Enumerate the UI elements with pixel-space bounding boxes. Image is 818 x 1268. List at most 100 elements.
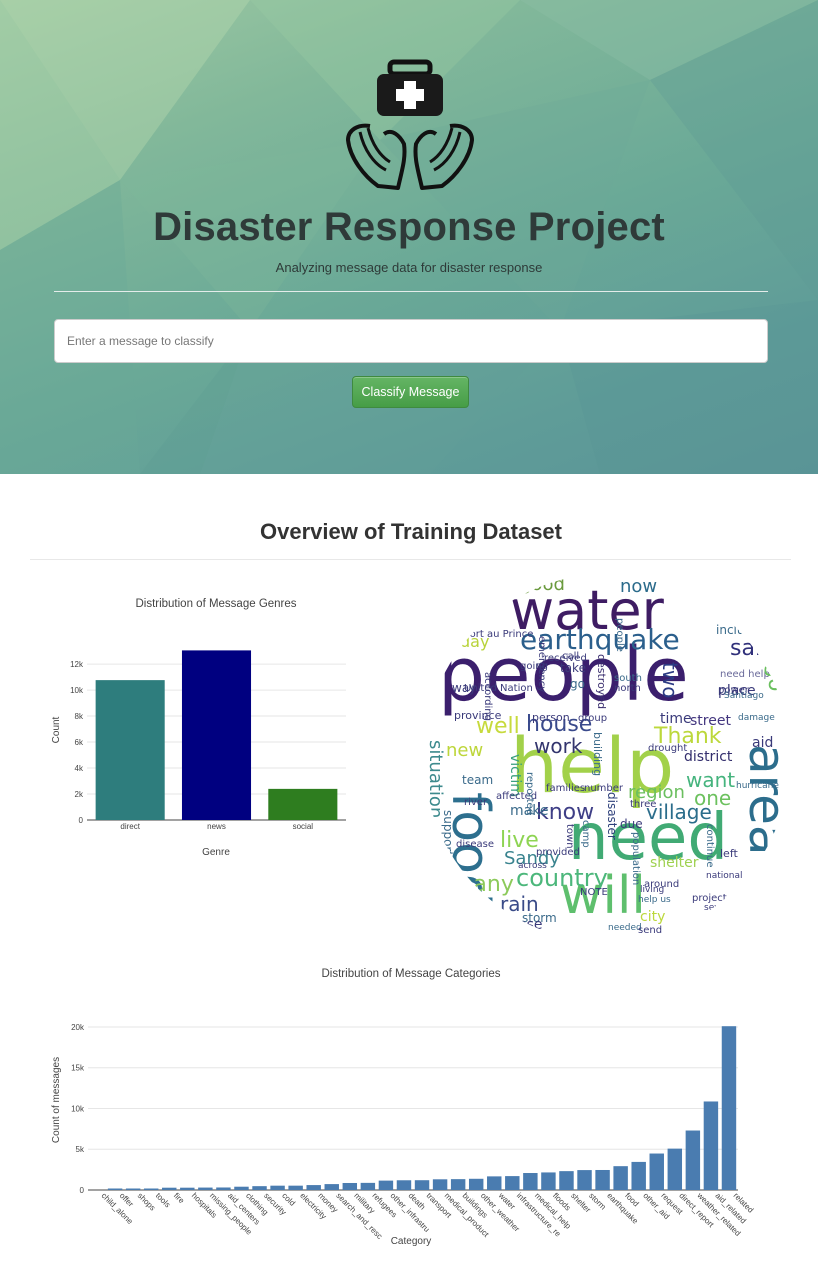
bar-medical_products[interactable] (432, 1179, 448, 1190)
bar-cold[interactable] (270, 1185, 285, 1190)
bar-aid_centers[interactable] (216, 1187, 231, 1190)
word-cloud-word: province (454, 709, 502, 722)
word-cloud-word: good (520, 574, 565, 595)
word-cloud-word: said (730, 636, 776, 661)
bar-medical_help[interactable] (523, 1173, 538, 1190)
y-tick-label: 5k (76, 1145, 85, 1154)
word-cloud-word: go (763, 664, 788, 692)
word-cloud-word: aid (752, 735, 774, 751)
word-cloud-word: Santiago (724, 691, 764, 701)
word-cloud-word: call (562, 651, 580, 662)
bar-security[interactable] (252, 1186, 267, 1190)
bar-refugees[interactable] (360, 1182, 376, 1190)
word-cloud-word: several (704, 903, 737, 913)
bar-military[interactable] (342, 1182, 358, 1190)
bar-money[interactable] (306, 1185, 321, 1190)
category-bar-chart[interactable]: Distribution of Message Categories 0 5k 10… (30, 955, 790, 1255)
y-tick-label: 10k (70, 686, 84, 695)
word-cloud-word: now (620, 576, 658, 597)
bar-floods[interactable] (541, 1172, 556, 1190)
word-cloud-word: situation (425, 740, 446, 819)
bar-death[interactable] (396, 1180, 412, 1190)
word-cloud-word: provided (536, 847, 580, 858)
genre-bar-chart[interactable]: Distribution of Message Genres 0 2k 4k 6k 8k… (30, 580, 410, 870)
bar-transport[interactable] (414, 1180, 430, 1190)
bar-offer[interactable] (107, 1188, 123, 1191)
word-cloud-word: group (578, 713, 608, 724)
y-tick-label: 0 (79, 816, 84, 825)
bar-other_weather[interactable] (468, 1178, 484, 1190)
bar-related[interactable] (721, 1026, 737, 1190)
bar-water[interactable] (487, 1176, 502, 1190)
bar-direct_report[interactable] (667, 1148, 683, 1190)
word-cloud-word: families (546, 783, 586, 794)
bar-aid_related[interactable] (703, 1101, 719, 1190)
bar-tools[interactable] (143, 1188, 159, 1191)
overview-divider (30, 559, 791, 560)
bar-news[interactable] (181, 650, 252, 820)
word-cloud-word: district (684, 749, 733, 765)
bar-direct[interactable] (95, 680, 165, 820)
bar-infrastructure_related[interactable] (505, 1176, 520, 1190)
word-cloud-word: Port au Prince (464, 629, 534, 640)
y-tick-label: 0 (80, 1186, 85, 1195)
word-cloud-word: United Nation (464, 683, 533, 694)
y-tick-label: 6k (75, 738, 84, 747)
x-tick-label: fire (172, 1191, 187, 1206)
word-cloud-word: according (482, 672, 493, 721)
bar-social[interactable] (268, 788, 338, 820)
word-cloud-word: disease (456, 839, 494, 850)
word-cloud-word: work (534, 734, 583, 758)
word-cloud-word: living (640, 885, 665, 895)
bar-weather_related[interactable] (685, 1130, 701, 1190)
bar-shops[interactable] (125, 1188, 141, 1191)
word-cloud-word: new (446, 740, 484, 761)
word-cloud-word: due (620, 817, 643, 831)
word-cloud-word: ese (518, 917, 543, 933)
page-subtitle: Analyzing message data for disaster resp… (275, 260, 543, 275)
word-cloud-word: left (720, 847, 738, 860)
bar-other_aid[interactable] (631, 1161, 646, 1190)
word-cloud-word: two (658, 662, 682, 699)
word-cloud-word: person (532, 711, 570, 724)
word-cloud-word: hurricane (736, 781, 779, 791)
y-tick-label: 15k (71, 1064, 85, 1073)
x-tick-label: news (207, 822, 226, 831)
word-cloud: people water help need will earthquake food are… (424, 574, 790, 942)
word-cloud-word: go (570, 677, 585, 691)
bar-search_and_rescue[interactable] (324, 1184, 339, 1190)
y-axis-label: Count (51, 716, 62, 743)
x-axis-label: Genre (202, 847, 230, 858)
hero-banner: Disaster Response Project Analyzing mess… (0, 0, 818, 474)
bar-shelter[interactable] (559, 1171, 574, 1190)
hero-divider (54, 291, 768, 292)
bar-clothing[interactable] (234, 1186, 249, 1190)
word-cloud-word: national (706, 871, 743, 881)
bar-food[interactable] (613, 1166, 628, 1190)
word-cloud-word: street (690, 713, 731, 729)
bar-missing_people[interactable] (198, 1187, 213, 1190)
bar-hospitals[interactable] (180, 1187, 195, 1190)
word-cloud-word: help us (638, 895, 671, 905)
word-cloud-word: north (614, 683, 641, 694)
bar-other_infrastructure[interactable] (378, 1180, 394, 1190)
word-cloud-word: city (640, 909, 666, 925)
bar-electricity[interactable] (288, 1185, 303, 1190)
bar-storm[interactable] (577, 1170, 592, 1190)
bar-request[interactable] (649, 1153, 664, 1190)
word-cloud-word: town (564, 824, 575, 849)
y-tick-label: 10k (71, 1104, 85, 1113)
overview-title: Overview of Training Dataset (260, 519, 562, 544)
bar-earthquake[interactable] (595, 1169, 610, 1190)
word-cloud-word: population (630, 832, 641, 886)
message-input[interactable] (54, 319, 768, 363)
classify-message-button[interactable]: Classify Message (352, 376, 469, 408)
word-cloud-word: destroyed (595, 654, 608, 710)
word-cloud-word: camp (580, 820, 591, 848)
word-cloud-word: team (462, 773, 494, 787)
bar-fire[interactable] (162, 1187, 177, 1190)
word-cloud-word: going (520, 661, 548, 672)
bar-buildings[interactable] (450, 1179, 466, 1190)
y-tick-label: 2k (75, 790, 84, 799)
word-cloud-word: damage (738, 713, 775, 723)
